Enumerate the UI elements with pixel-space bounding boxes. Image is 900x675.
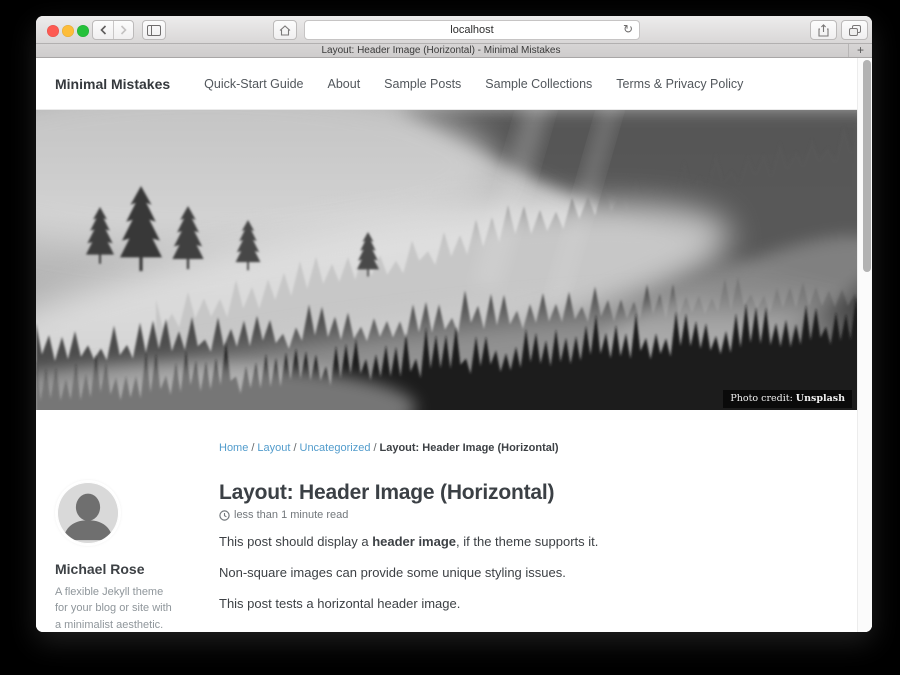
home-button[interactable] xyxy=(273,20,297,40)
address-bar[interactable]: localhost ↻ xyxy=(304,20,640,40)
paragraph: Non-square images can provide some uniqu… xyxy=(219,563,853,583)
read-time: less than 1 minute read xyxy=(234,509,348,521)
new-tab-button[interactable]: + xyxy=(848,44,872,57)
breadcrumb: Home/Layout/Uncategorized/Layout: Header… xyxy=(219,442,853,454)
chevron-left-icon xyxy=(100,25,107,35)
home-icon xyxy=(279,25,291,36)
browser-toolbar: localhost ↻ xyxy=(36,16,872,44)
author-name: Michael Rose xyxy=(55,561,219,577)
nav-item-sample-collections[interactable]: Sample Collections xyxy=(485,77,592,91)
url-text: localhost xyxy=(450,24,493,36)
site-nav: Quick-Start Guide About Sample Posts Sam… xyxy=(204,77,743,91)
page-viewport: Minimal Mistakes Quick-Start Guide About… xyxy=(36,58,872,632)
site-masthead: Minimal Mistakes Quick-Start Guide About… xyxy=(36,58,872,110)
clock-icon xyxy=(219,510,230,521)
breadcrumb-separator: / xyxy=(293,442,296,454)
site-title-link[interactable]: Minimal Mistakes xyxy=(55,76,170,92)
breadcrumb-home[interactable]: Home xyxy=(219,442,248,454)
show-all-tabs-button[interactable] xyxy=(841,20,868,40)
paragraph: This post tests a horizontal header imag… xyxy=(219,594,853,614)
nav-item-terms-privacy[interactable]: Terms & Privacy Policy xyxy=(616,77,743,91)
chevron-right-icon xyxy=(120,25,127,35)
breadcrumb-current: Layout: Header Image (Horizontal) xyxy=(380,442,559,454)
caption-text: Photo credit: xyxy=(730,393,795,404)
nav-item-sample-posts[interactable]: Sample Posts xyxy=(384,77,461,91)
refresh-icon[interactable]: ↻ xyxy=(623,22,633,36)
author-sidebar: Michael Rose A flexible Jekyll theme for… xyxy=(55,482,219,632)
page-title: Layout: Header Image (Horizontal) xyxy=(219,482,853,504)
breadcrumb-separator: / xyxy=(373,442,376,454)
breadcrumb-uncategorized[interactable]: Uncategorized xyxy=(300,442,371,454)
share-button[interactable] xyxy=(810,20,837,40)
tabs-overview-icon xyxy=(849,25,861,36)
close-window-button[interactable] xyxy=(47,25,59,37)
nav-item-quick-start-guide[interactable]: Quick-Start Guide xyxy=(204,77,303,91)
sidebar-icon xyxy=(147,25,161,36)
share-icon xyxy=(818,24,829,37)
forward-button[interactable] xyxy=(113,21,133,39)
tab-bar: Layout: Header Image (Horizontal) - Mini… xyxy=(36,44,872,58)
minimize-window-button[interactable] xyxy=(62,25,74,37)
history-nav-group xyxy=(92,20,134,40)
image-caption: Photo credit: Unsplash xyxy=(723,390,852,408)
foggy-forest-photo xyxy=(36,110,872,410)
scrollbar-track[interactable] xyxy=(857,58,872,632)
browser-tab[interactable]: Layout: Header Image (Horizontal) - Mini… xyxy=(36,44,846,57)
scrollbar-thumb[interactable] xyxy=(863,60,871,272)
nav-item-about[interactable]: About xyxy=(328,77,361,91)
author-bio: A flexible Jekyll theme for your blog or… xyxy=(55,584,177,632)
breadcrumb-layout[interactable]: Layout xyxy=(257,442,290,454)
browser-window: localhost ↻ Layout: Header Image (Horizo… xyxy=(36,16,872,632)
article: Layout: Header Image (Horizontal) less t… xyxy=(219,482,853,632)
avatar xyxy=(57,482,119,544)
header-image: Photo credit: Unsplash xyxy=(36,110,872,410)
zoom-window-button[interactable] xyxy=(77,25,89,37)
caption-source-link[interactable]: Unsplash xyxy=(796,393,845,404)
breadcrumb-separator: / xyxy=(251,442,254,454)
page-body: Home/Layout/Uncategorized/Layout: Header… xyxy=(36,442,872,632)
back-button[interactable] xyxy=(93,21,113,39)
page-meta: less than 1 minute read xyxy=(219,509,853,521)
paragraph: This post should display a header image,… xyxy=(219,532,853,552)
sidebar-toggle-button[interactable] xyxy=(142,20,166,40)
